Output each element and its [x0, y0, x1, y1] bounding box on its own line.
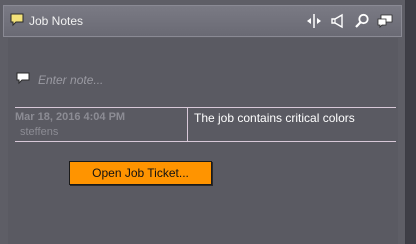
scroll-track	[406, 0, 416, 244]
notes-table: Mar 18, 2016 4:04 PM steffens The job co…	[15, 107, 396, 142]
note-user: steffens	[20, 126, 59, 138]
split-panel-icon[interactable]	[306, 13, 322, 29]
notes-content: Mar 18, 2016 4:04 PM steffens The job co…	[8, 38, 398, 244]
note-input[interactable]	[38, 71, 378, 89]
open-job-ticket-button[interactable]: Open Job Ticket...	[69, 161, 212, 185]
megaphone-icon[interactable]	[330, 13, 346, 29]
job-notes-window: Job Notes Enter note... Mar 18, 2016 4:0…	[0, 0, 416, 244]
search-icon[interactable]	[354, 13, 370, 29]
add-note-icon	[16, 72, 30, 85]
panel-title: Job Notes	[29, 14, 84, 28]
note-entry-row	[15, 71, 385, 89]
job-notes-panel: Job Notes Enter note... Mar 18, 2016 4:0…	[0, 0, 406, 244]
panel-titlebar: Job Notes	[3, 5, 402, 37]
note-text: The job contains critical colors	[194, 111, 355, 125]
notes-icon[interactable]	[377, 13, 393, 29]
note-icon	[10, 13, 24, 27]
note-date: Mar 18, 2016 4:04 PM	[15, 111, 126, 123]
note-meta-cell: Mar 18, 2016 4:04 PM steffens	[15, 108, 188, 141]
